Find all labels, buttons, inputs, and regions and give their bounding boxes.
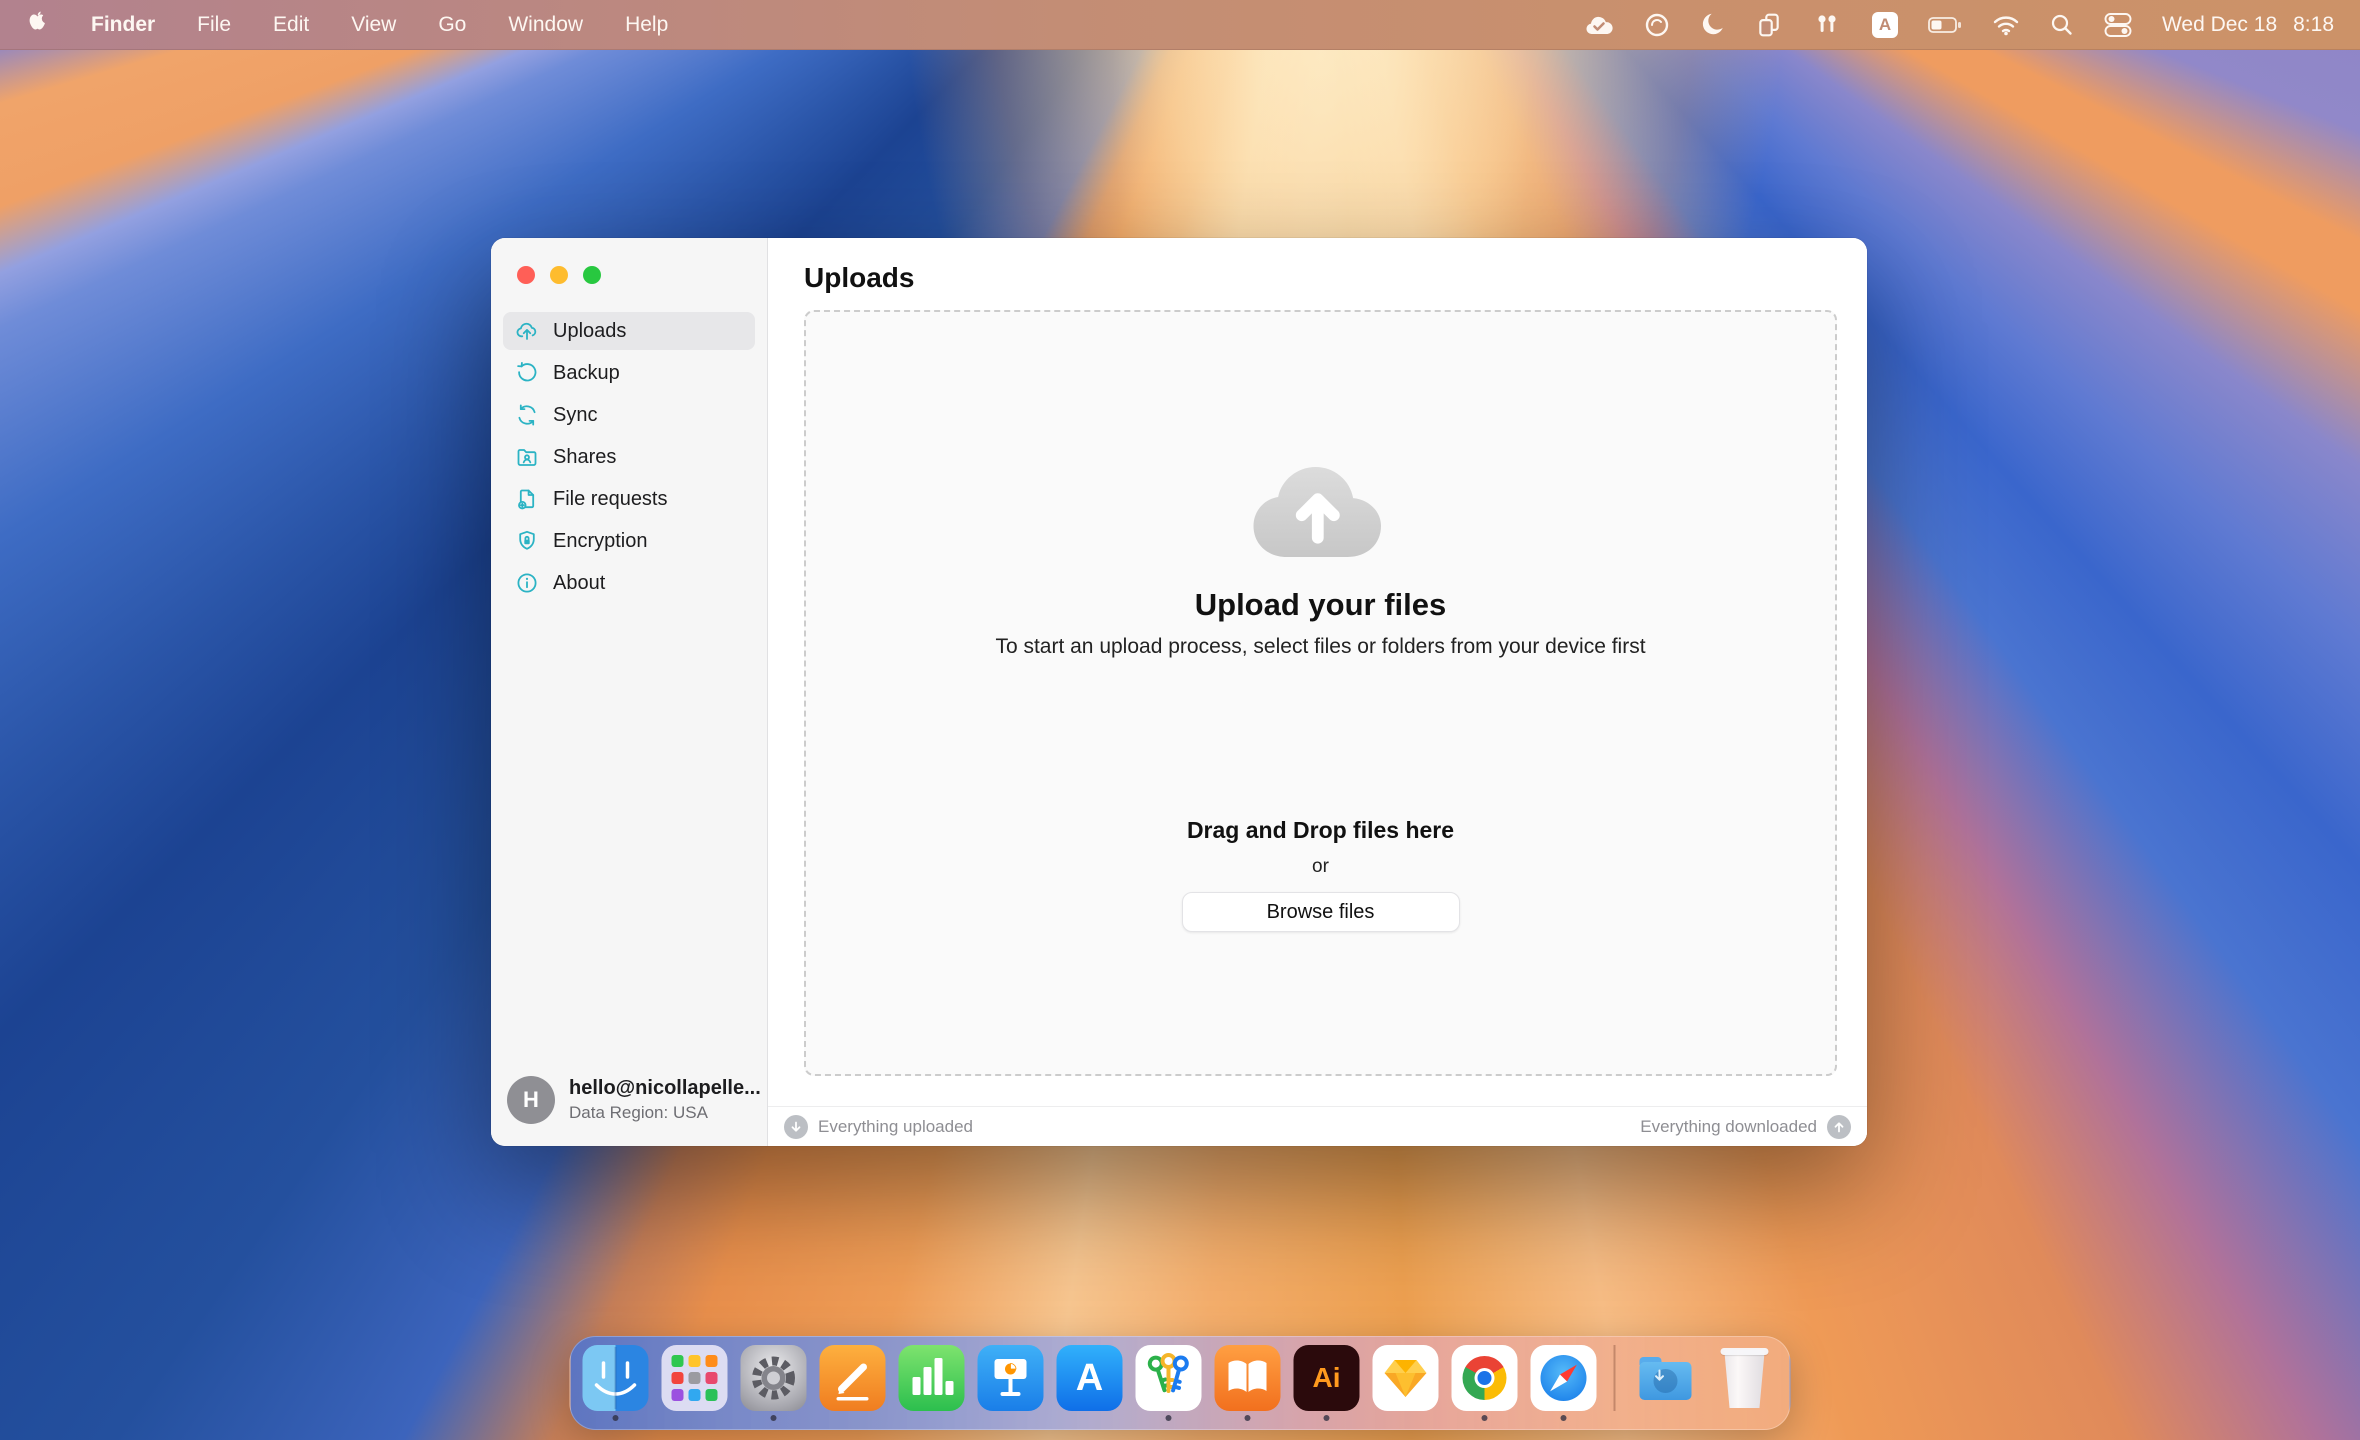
dock-safari-icon[interactable] bbox=[1531, 1345, 1597, 1421]
dock-app-store-icon[interactable]: A bbox=[1057, 1345, 1123, 1421]
cloud-check-icon[interactable] bbox=[1584, 14, 1614, 36]
dock-numbers-icon[interactable] bbox=[899, 1345, 965, 1421]
sidebar-item-backup[interactable]: Backup bbox=[503, 354, 755, 392]
encryption-shield-icon bbox=[515, 529, 539, 553]
airpods-icon[interactable] bbox=[1812, 12, 1842, 38]
sync-arrows-icon bbox=[515, 403, 539, 427]
dock-launchpad-icon[interactable] bbox=[662, 1345, 728, 1421]
window-sidebar: Uploads Backup Sync bbox=[491, 238, 768, 1146]
status-bar: Everything uploaded Everything downloade… bbox=[768, 1106, 1867, 1146]
menu-item-go[interactable]: Go bbox=[438, 13, 466, 37]
or-label: or bbox=[1312, 856, 1329, 878]
illustrator-glyph: Ai bbox=[1313, 1362, 1341, 1394]
sidebar-item-label: Shares bbox=[553, 446, 616, 469]
dropzone-subheading: To start an upload process, select files… bbox=[995, 635, 1645, 659]
battery-icon[interactable] bbox=[1928, 17, 1962, 33]
clock-date: Wed Dec 18 bbox=[2162, 13, 2277, 37]
account-email: hello@nicollapelle... bbox=[569, 1077, 761, 1100]
sidebar-item-uploads[interactable]: Uploads bbox=[503, 312, 755, 350]
minimize-button[interactable] bbox=[550, 266, 568, 284]
uploaded-status-icon bbox=[784, 1115, 808, 1139]
menu-item-view[interactable]: View bbox=[351, 13, 396, 37]
window-controls bbox=[491, 238, 767, 284]
dock-keynote-icon[interactable] bbox=[978, 1345, 1044, 1421]
menu-item-finder[interactable]: Finder bbox=[91, 13, 155, 37]
dock-trash-icon[interactable] bbox=[1712, 1345, 1778, 1421]
downloaded-status-text: Everything downloaded bbox=[1640, 1117, 1817, 1137]
dropzone-heading: Upload your files bbox=[1195, 587, 1446, 623]
apple-logo-icon[interactable] bbox=[26, 9, 49, 41]
menu-item-help[interactable]: Help bbox=[625, 13, 668, 37]
sidebar-item-file-requests[interactable]: File requests bbox=[503, 480, 755, 518]
dock-finder-icon[interactable] bbox=[583, 1345, 649, 1421]
backup-restore-icon bbox=[515, 361, 539, 385]
drag-drop-label: Drag and Drop files here bbox=[1187, 817, 1454, 844]
account-row[interactable]: H hello@nicollapelle... Data Region: USA bbox=[491, 1058, 767, 1146]
sidebar-item-label: About bbox=[553, 572, 605, 595]
clock-time: 8:18 bbox=[2293, 13, 2334, 37]
upload-dropzone[interactable]: Upload your files To start an upload pro… bbox=[804, 310, 1837, 1076]
app-window: Uploads Backup Sync bbox=[491, 238, 1867, 1146]
stage-manager-icon[interactable] bbox=[1756, 12, 1782, 38]
zoom-button[interactable] bbox=[583, 266, 601, 284]
spotlight-search-icon[interactable] bbox=[2050, 13, 2074, 37]
uploaded-status-text: Everything uploaded bbox=[818, 1117, 973, 1137]
sidebar-item-sync[interactable]: Sync bbox=[503, 396, 755, 434]
menu-bar-clock[interactable]: Wed Dec 18 8:18 bbox=[2162, 13, 2334, 37]
sidebar-item-shares[interactable]: Shares bbox=[503, 438, 755, 476]
sidebar-nav: Uploads Backup Sync bbox=[491, 312, 767, 602]
dock: A bbox=[570, 1336, 1791, 1430]
dock-system-settings-icon[interactable] bbox=[741, 1345, 807, 1421]
close-button[interactable] bbox=[517, 266, 535, 284]
page-title: Uploads bbox=[768, 238, 1867, 294]
control-center-icon[interactable] bbox=[2104, 11, 2132, 39]
menu-item-window[interactable]: Window bbox=[508, 13, 583, 37]
sidebar-item-encryption[interactable]: Encryption bbox=[503, 522, 755, 560]
sidebar-item-about[interactable]: About bbox=[503, 564, 755, 602]
moon-focus-icon[interactable] bbox=[1700, 12, 1726, 38]
dock-passwords-icon[interactable] bbox=[1136, 1345, 1202, 1421]
menu-item-file[interactable]: File bbox=[197, 13, 231, 37]
main-pane: Uploads Upload your files To start an up… bbox=[768, 238, 1867, 1146]
dock-separator bbox=[1614, 1345, 1616, 1411]
dock-downloads-folder-icon[interactable] bbox=[1633, 1345, 1699, 1421]
dock-pages-icon[interactable] bbox=[820, 1345, 886, 1421]
sidebar-item-label: Backup bbox=[553, 362, 620, 385]
menu-item-edit[interactable]: Edit bbox=[273, 13, 309, 37]
avatar: H bbox=[507, 1076, 555, 1124]
account-data-region: Data Region: USA bbox=[569, 1103, 761, 1123]
menu-bar: Finder File Edit View Go Window Help bbox=[0, 0, 2360, 50]
dock-books-icon[interactable] bbox=[1215, 1345, 1281, 1421]
app-store-glyph: A bbox=[1076, 1357, 1103, 1400]
sidebar-item-label: Sync bbox=[553, 404, 597, 427]
wifi-icon[interactable] bbox=[1992, 14, 2020, 36]
creative-cloud-icon[interactable] bbox=[1644, 12, 1670, 38]
upload-cloud-large-icon bbox=[1246, 460, 1396, 569]
dock-sketch-icon[interactable] bbox=[1373, 1345, 1439, 1421]
dock-illustrator-icon[interactable]: Ai bbox=[1294, 1345, 1360, 1421]
upload-cloud-icon bbox=[515, 319, 539, 343]
info-circle-icon bbox=[515, 571, 539, 595]
sidebar-item-label: File requests bbox=[553, 488, 668, 511]
browse-files-button[interactable]: Browse files bbox=[1182, 892, 1460, 932]
shared-folder-icon bbox=[515, 445, 539, 469]
sidebar-item-label: Encryption bbox=[553, 530, 648, 553]
file-request-icon bbox=[515, 487, 539, 511]
sidebar-item-label: Uploads bbox=[553, 320, 626, 343]
downloaded-status-icon bbox=[1827, 1115, 1851, 1139]
input-source-icon[interactable]: A bbox=[1872, 12, 1898, 38]
dock-chrome-icon[interactable] bbox=[1452, 1345, 1518, 1421]
